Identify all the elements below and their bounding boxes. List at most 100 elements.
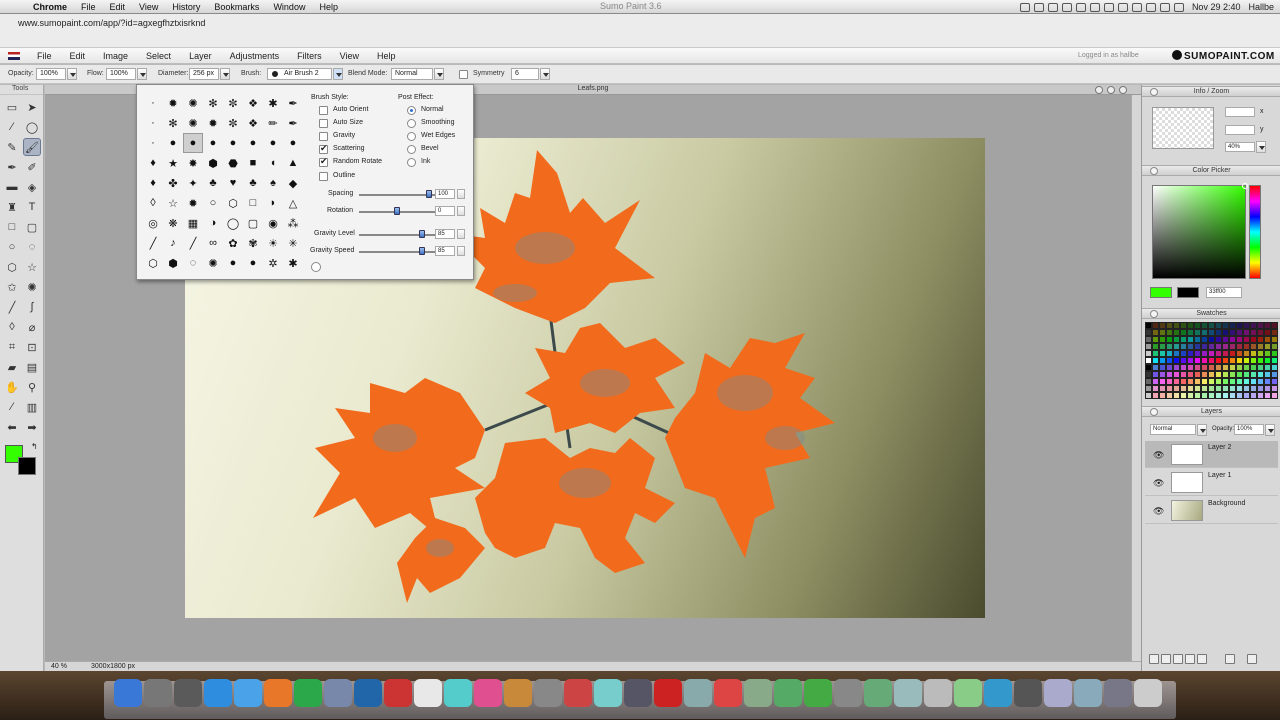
gravity-level-value[interactable]: 85 bbox=[435, 229, 455, 239]
swatch[interactable] bbox=[1180, 322, 1187, 329]
gravity-speed-stepper[interactable] bbox=[457, 246, 465, 256]
swatch[interactable] bbox=[1187, 364, 1194, 371]
tray-icon[interactable] bbox=[1117, 2, 1128, 12]
swatch[interactable] bbox=[1222, 378, 1229, 385]
diameter-field[interactable]: 256 px bbox=[189, 68, 219, 80]
swatch[interactable] bbox=[1236, 343, 1243, 350]
swatch[interactable] bbox=[1152, 336, 1159, 343]
swatch[interactable] bbox=[1194, 343, 1201, 350]
swatch[interactable] bbox=[1180, 350, 1187, 357]
swatch[interactable] bbox=[1201, 343, 1208, 350]
swatch[interactable] bbox=[1145, 322, 1152, 329]
blend-mode-select[interactable]: Normal bbox=[391, 68, 433, 80]
brush-tip-icon[interactable]: ☆ bbox=[163, 193, 183, 213]
spacing-slider-handle[interactable] bbox=[425, 190, 432, 198]
swatch[interactable] bbox=[1257, 378, 1264, 385]
swatch[interactable] bbox=[1194, 371, 1201, 378]
brush-tip-icon[interactable]: ✤ bbox=[163, 173, 183, 193]
layers-header[interactable]: Layers bbox=[1142, 406, 1280, 417]
swatch[interactable] bbox=[1264, 343, 1271, 350]
brush-tip-icon[interactable]: ✳ bbox=[283, 233, 303, 253]
opacity-dropdown-button[interactable] bbox=[67, 68, 77, 80]
swatch[interactable] bbox=[1173, 357, 1180, 364]
brush-tip-icon[interactable]: ★ bbox=[163, 153, 183, 173]
brush-tip-icon[interactable]: ⁂ bbox=[283, 213, 303, 233]
tray-icon[interactable] bbox=[1019, 2, 1030, 12]
swatch[interactable] bbox=[1201, 329, 1208, 336]
swatch[interactable] bbox=[1243, 378, 1250, 385]
swatch[interactable] bbox=[1222, 385, 1229, 392]
smoothing-radio[interactable] bbox=[407, 119, 416, 128]
swatch[interactable] bbox=[1201, 364, 1208, 371]
curve-tool-icon[interactable]: ∫ bbox=[23, 298, 41, 316]
brush-tip-icon[interactable]: ● bbox=[183, 133, 203, 153]
color-cursor[interactable] bbox=[1242, 183, 1248, 189]
swatches-header[interactable]: Swatches bbox=[1142, 308, 1280, 319]
swatch[interactable] bbox=[1166, 392, 1173, 399]
swatch[interactable] bbox=[1229, 378, 1236, 385]
brush-tip-icon[interactable]: ✏ bbox=[263, 113, 283, 133]
swatch[interactable] bbox=[1201, 357, 1208, 364]
swatch[interactable] bbox=[1257, 322, 1264, 329]
brush-dropdown-button[interactable] bbox=[333, 68, 343, 80]
menu-help[interactable]: Help bbox=[368, 51, 405, 61]
brush-tip-icon[interactable]: ● bbox=[223, 133, 243, 153]
brush-tip-icon[interactable]: ◗ bbox=[263, 193, 283, 213]
swatch[interactable] bbox=[1257, 364, 1264, 371]
layer-row[interactable]: 👁 Layer 1 bbox=[1145, 469, 1278, 496]
volume-icon[interactable] bbox=[1159, 2, 1170, 12]
eye-icon[interactable]: 👁 bbox=[1153, 506, 1164, 517]
swatch[interactable] bbox=[1208, 371, 1215, 378]
dock-app-icon[interactable] bbox=[264, 679, 292, 707]
secondary-color-swatch[interactable] bbox=[1177, 287, 1199, 298]
brush-tip-icon[interactable]: ● bbox=[163, 133, 183, 153]
brush-tip-icon[interactable]: ⬢ bbox=[163, 253, 183, 273]
star-tool-icon[interactable]: ☆ bbox=[23, 258, 41, 276]
swatch[interactable] bbox=[1194, 322, 1201, 329]
zoom-dropdown-button[interactable] bbox=[1256, 141, 1266, 153]
gradient-tool-icon[interactable]: ▬ bbox=[3, 178, 21, 196]
swatch[interactable] bbox=[1152, 371, 1159, 378]
merge-layer-icon[interactable] bbox=[1185, 654, 1195, 664]
swatch[interactable] bbox=[1166, 336, 1173, 343]
brush-tip-icon[interactable]: □ bbox=[243, 193, 263, 213]
hue-slider[interactable] bbox=[1249, 185, 1261, 279]
swatch[interactable] bbox=[1236, 385, 1243, 392]
layer-row[interactable]: 👁 Background bbox=[1145, 497, 1278, 524]
swatch[interactable] bbox=[1187, 385, 1194, 392]
swatch[interactable] bbox=[1264, 329, 1271, 336]
swatch[interactable] bbox=[1250, 322, 1257, 329]
swatch[interactable] bbox=[1173, 322, 1180, 329]
swatch[interactable] bbox=[1152, 322, 1159, 329]
swatch[interactable] bbox=[1145, 350, 1152, 357]
fill-tool-icon[interactable]: ◈ bbox=[23, 178, 41, 196]
brush-tip-icon[interactable]: ✿ bbox=[223, 233, 243, 253]
swatch[interactable] bbox=[1208, 329, 1215, 336]
dock-app-icon[interactable] bbox=[354, 679, 382, 707]
auto-size-checkbox[interactable] bbox=[319, 119, 328, 128]
brush-tip-icon[interactable]: ✒ bbox=[283, 93, 303, 113]
dock-app-icon[interactable] bbox=[744, 679, 772, 707]
clock[interactable]: Nov 29 2:40 bbox=[1192, 2, 1241, 12]
brush-tip-icon[interactable]: ♠ bbox=[263, 173, 283, 193]
swatch[interactable] bbox=[1215, 343, 1222, 350]
menu-edit[interactable]: Edit bbox=[61, 51, 95, 61]
dock-app-icon[interactable] bbox=[144, 679, 172, 707]
swatch[interactable] bbox=[1222, 350, 1229, 357]
brush-tip-icon[interactable]: ♣ bbox=[203, 173, 223, 193]
brush-tip-icon[interactable]: ▢ bbox=[243, 213, 263, 233]
brush-tip-icon[interactable]: ✺ bbox=[183, 93, 203, 113]
swatch[interactable] bbox=[1166, 322, 1173, 329]
swatch[interactable] bbox=[1201, 322, 1208, 329]
vertical-scrollbar[interactable] bbox=[1131, 95, 1141, 661]
swatch[interactable] bbox=[1264, 371, 1271, 378]
redo-arrow-icon[interactable]: ➡ bbox=[23, 418, 41, 436]
os-menu-file[interactable]: File bbox=[74, 2, 103, 12]
dock-app-icon[interactable] bbox=[864, 679, 892, 707]
brush-tip-icon[interactable]: ╱ bbox=[143, 233, 163, 253]
swatch[interactable] bbox=[1194, 350, 1201, 357]
duplicate-layer-icon[interactable] bbox=[1161, 654, 1171, 664]
rounded-rect-tool-icon[interactable]: ▢ bbox=[23, 218, 41, 236]
spacing-stepper[interactable] bbox=[457, 189, 465, 199]
minimize-icon[interactable] bbox=[1095, 86, 1103, 94]
